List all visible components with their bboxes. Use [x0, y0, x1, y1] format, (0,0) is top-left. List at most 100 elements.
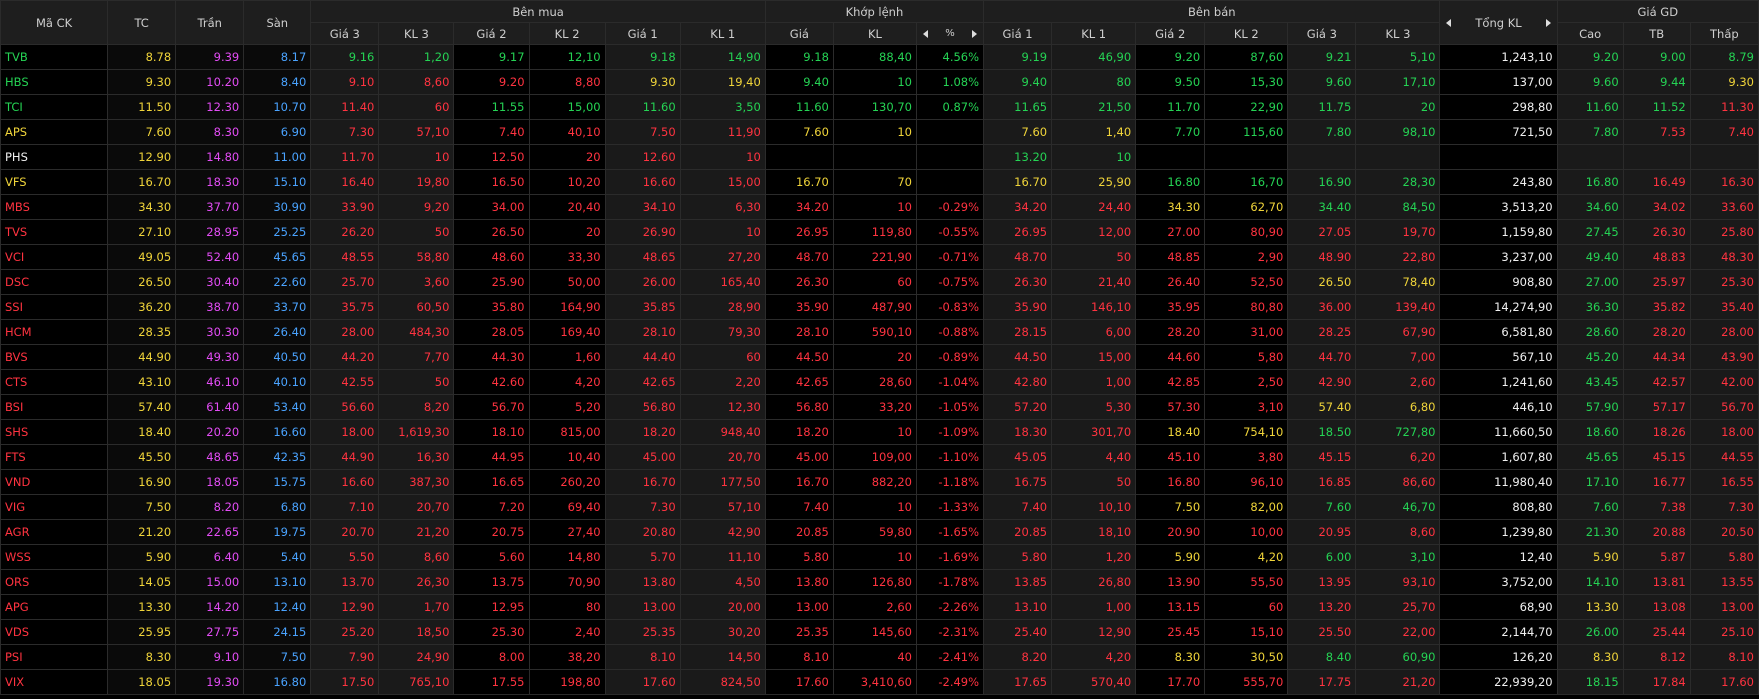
table-row[interactable]: VDS 25.95 27.75 24.15 25.20 18,50 25.30 2,40 25.…	[0, 619, 1759, 645]
symbol-cell[interactable]: TCI	[0, 94, 109, 120]
sell-price1-cell: 13.20	[983, 144, 1053, 170]
col-ceil[interactable]: Trần	[175, 0, 245, 45]
table-row[interactable]: VFS 16.70 18.30 15.10 16.40 19,80 16.50 10,20 16…	[0, 169, 1759, 195]
table-row[interactable]: VIG 7.50 8.20 6.80 7.10 20,70 7.20 69,40 7.30 57,…	[0, 494, 1759, 520]
col-low[interactable]: Thấp	[1689, 22, 1759, 45]
symbol-cell[interactable]: VCI	[0, 244, 109, 270]
avg-cell: 7.53	[1622, 119, 1691, 145]
prev-metric-icon[interactable]	[922, 29, 928, 38]
col-buy-vol2[interactable]: KL 2	[528, 22, 606, 45]
table-row[interactable]: HCM 28.35 30.30 26.40 28.00 484,30 28.05 169,40…	[0, 319, 1759, 345]
symbol-cell[interactable]: MBS	[0, 194, 109, 220]
table-row[interactable]: DSC 26.50 30.40 22.60 25.70 3,60 25.90 50,00 26.…	[0, 269, 1759, 295]
symbol-cell[interactable]: DSC	[0, 269, 109, 295]
sell-vol1-cell: 18,10	[1051, 519, 1137, 545]
symbol-cell[interactable]: BSI	[0, 394, 109, 420]
buy-price2-cell: 28.05	[453, 319, 530, 345]
symbol-cell[interactable]: TVS	[0, 219, 109, 245]
floor-cell: 53.40	[243, 394, 312, 420]
table-row[interactable]: AGR 21.20 22.65 19.75 20.70 21,20 20.75 27,40 20…	[0, 519, 1759, 545]
table-row[interactable]: PSI 8.30 9.10 7.50 7.90 24,90 8.00 38,20 8.10 14,…	[0, 644, 1759, 670]
table-row[interactable]: WSS 5.90 6.40 5.40 5.50 8,60 5.60 14,80 5.70 11,1…	[0, 544, 1759, 570]
scroll-right-icon[interactable]	[1545, 18, 1551, 27]
symbol-cell[interactable]: VDS	[0, 619, 109, 645]
col-floor[interactable]: Sàn	[243, 0, 312, 45]
table-row[interactable]: HBS 9.30 10.20 8.40 9.10 8,60 9.20 8,80 9.30 19,4…	[0, 69, 1759, 95]
ref-cell: 28.35	[107, 319, 177, 345]
symbol-cell[interactable]: PHS	[0, 144, 109, 170]
table-row[interactable]: TVB 8.78 9.39 8.17 9.16 1,20 9.17 12,10 9.18 14,9…	[0, 44, 1759, 70]
symbol-cell[interactable]: VFS	[0, 169, 109, 195]
table-row[interactable]: VND 16.90 18.05 15.75 16.60 387,30 16.65 260,20…	[0, 469, 1759, 495]
col-sell-vol1[interactable]: KL 1	[1051, 22, 1137, 45]
col-sell-price3[interactable]: Giá 3	[1287, 22, 1357, 45]
table-row[interactable]: VIX 18.05 19.30 16.80 17.50 765,10 17.55 198,80…	[0, 669, 1759, 695]
next-metric-icon[interactable]	[972, 29, 978, 38]
symbol-cell[interactable]: FTS	[0, 444, 109, 470]
match-change-cell	[915, 119, 985, 145]
symbol-cell[interactable]: HCM	[0, 319, 109, 345]
table-row[interactable]: TCI 11.50 12.30 10.70 11.40 60 11.55 15,00 11.60…	[0, 94, 1759, 120]
col-sell-price2[interactable]: Giá 2	[1135, 22, 1206, 45]
col-buy-vol3[interactable]: KL 3	[378, 22, 455, 45]
scroll-left-icon[interactable]	[1446, 18, 1452, 27]
floor-cell: 11.00	[243, 144, 312, 170]
sell-vol3-cell: 67,90	[1355, 319, 1441, 345]
symbol-cell[interactable]: SSI	[0, 294, 109, 320]
col-match-volume[interactable]: KL	[832, 22, 917, 45]
col-sell-price1[interactable]: Giá 1	[983, 22, 1053, 45]
table-row[interactable]: FTS 45.50 48.65 42.35 44.90 16,30 44.95 10,40 45…	[0, 444, 1759, 470]
table-row[interactable]: ORS 14.05 15.00 13.10 13.70 26,30 13.75 70,90 13…	[0, 569, 1759, 595]
symbol-cell[interactable]: VIG	[0, 494, 109, 520]
table-row[interactable]: BVS 44.90 49.30 40.50 44.20 7,70 44.30 1,60 44.4…	[0, 344, 1759, 370]
table-row[interactable]: APS 7.60 8.30 6.90 7.30 57,10 7.40 40,10 7.50 11,…	[0, 119, 1759, 145]
symbol-cell[interactable]: APS	[0, 119, 109, 145]
high-cell: 49.40	[1556, 244, 1624, 270]
col-buy-price1[interactable]: Giá 1	[604, 22, 681, 45]
match-change-cell: -1.65%	[915, 519, 985, 545]
col-buy-vol1[interactable]: KL 1	[679, 22, 766, 45]
sort-icon[interactable]: %	[945, 28, 955, 38]
symbol-cell[interactable]: WSS	[0, 544, 109, 570]
col-high[interactable]: Cao	[1556, 22, 1624, 45]
symbol-cell[interactable]: HBS	[0, 69, 109, 95]
symbol-cell[interactable]: TVB	[0, 44, 109, 70]
sell-vol3-cell: 98,10	[1355, 119, 1441, 145]
col-buy-price3[interactable]: Giá 3	[310, 22, 380, 45]
col-ref[interactable]: TC	[107, 0, 177, 45]
table-row[interactable]: PHS 12.90 14.80 11.00 11.70 10 12.50 20 12.60 10 1…	[0, 144, 1759, 170]
symbol-cell[interactable]: PSI	[0, 644, 109, 670]
buy-vol3-cell: 50	[378, 219, 455, 245]
symbol-cell[interactable]: CTS	[0, 369, 109, 395]
symbol-cell[interactable]: SHS	[0, 419, 109, 445]
table-row[interactable]: VCI 49.05 52.40 45.65 48.55 58,80 48.60 33,30 48…	[0, 244, 1759, 270]
symbol-cell[interactable]: ORS	[0, 569, 109, 595]
table-row[interactable]: CTS 43.10 46.10 40.10 42.55 50 42.60 4,20 42.65 2…	[0, 369, 1759, 395]
col-match-change[interactable]: %	[915, 22, 985, 45]
symbol-cell[interactable]: VND	[0, 469, 109, 495]
table-row[interactable]: SSI 36.20 38.70 33.70 35.75 60,50 35.80 164,90 3…	[0, 294, 1759, 320]
symbol-cell[interactable]: AGR	[0, 519, 109, 545]
col-match-price[interactable]: Giá	[764, 22, 834, 45]
match-volume-cell: 487,90	[832, 294, 917, 320]
col-avg[interactable]: TB	[1622, 22, 1691, 45]
sell-price2-cell: 16.80	[1135, 169, 1206, 195]
col-sell-vol2[interactable]: KL 2	[1204, 22, 1289, 45]
symbol-cell[interactable]: VIX	[0, 669, 109, 695]
table-row[interactable]: BSI 57.40 61.40 53.40 56.60 8,20 56.70 5,20 56.8…	[0, 394, 1759, 420]
table-row[interactable]: TVS 27.10 28.95 25.25 26.20 50 26.50 20 26.90 10 2…	[0, 219, 1759, 245]
table-row[interactable]: MBS 34.30 37.70 30.90 33.90 9,20 34.00 20,40 34.…	[0, 194, 1759, 220]
col-sell-vol3[interactable]: KL 3	[1355, 22, 1441, 45]
sell-vol1-cell: 12,90	[1051, 619, 1137, 645]
sell-price3-cell: 18.50	[1287, 419, 1357, 445]
col-total-volume[interactable]: Tổng KL	[1439, 0, 1558, 45]
col-symbol[interactable]: Mã CK	[0, 0, 109, 45]
sell-price2-cell: 27.00	[1135, 219, 1206, 245]
symbol-cell[interactable]: APG	[0, 594, 109, 620]
sell-price2-cell: 20.90	[1135, 519, 1206, 545]
col-buy-price2[interactable]: Giá 2	[453, 22, 530, 45]
table-row[interactable]: SHS 18.40 20.20 16.60 18.00 1,619,30 18.10 815,…	[0, 419, 1759, 445]
buy-vol2-cell: 80	[528, 594, 606, 620]
symbol-cell[interactable]: BVS	[0, 344, 109, 370]
table-row[interactable]: APG 13.30 14.20 12.40 12.90 1,70 12.95 80 13.00 2…	[0, 594, 1759, 620]
